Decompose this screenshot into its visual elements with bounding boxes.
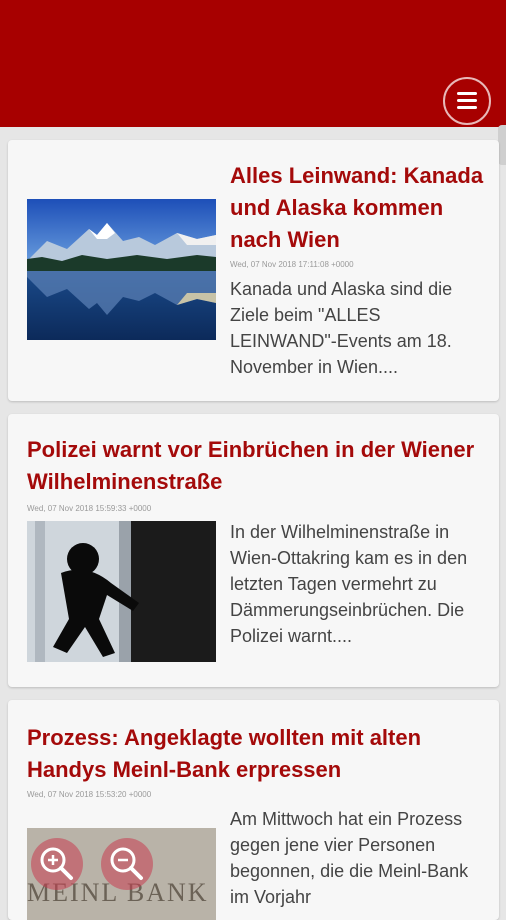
article-card[interactable]: Polizei warnt vor Einbrüchen in der Wien… (8, 414, 499, 687)
menu-button[interactable] (443, 77, 491, 125)
article-date: Wed, 07 Nov 2018 15:53:20 +0000 (27, 790, 152, 799)
article-card[interactable]: Prozess: Angeklagte wollten mit alten Ha… (8, 700, 499, 920)
zoom-in-button[interactable] (31, 838, 83, 890)
article-date: Wed, 07 Nov 2018 15:59:33 +0000 (27, 504, 152, 513)
zoom-out-button[interactable] (101, 838, 153, 890)
zoom-in-icon (40, 847, 73, 880)
article-title[interactable]: Prozess: Angeklagte wollten mit alten Ha… (27, 722, 487, 786)
burglar-silhouette-image[interactable] (27, 521, 216, 662)
meinl-bank-sign-image[interactable]: MEINL BANK (27, 828, 216, 920)
article-teaser: In der Wilhelminenstraße in Wien-Ottakri… (230, 522, 468, 646)
zoom-out-icon (110, 847, 143, 880)
article-date: Wed, 07 Nov 2018 17:11:08 +0000 (230, 260, 354, 269)
article-title[interactable]: Alles Leinwand: Kanada und Alaska kommen… (230, 160, 490, 256)
article-title[interactable]: Polizei warnt vor Einbrüchen in der Wien… (27, 434, 487, 498)
article-teaser: Kanada und Alaska sind die Ziele beim "A… (230, 279, 453, 377)
drawer-edge-handle[interactable] (498, 125, 506, 165)
app-header (0, 0, 506, 127)
article-teaser: Am Mittwoch hat ein Prozess gegen jene v… (230, 809, 469, 907)
hamburger-menu-icon (457, 92, 477, 113)
article-card[interactable]: Alles Leinwand: Kanada und Alaska kommen… (8, 140, 499, 401)
mountain-lake-image[interactable] (27, 199, 216, 340)
